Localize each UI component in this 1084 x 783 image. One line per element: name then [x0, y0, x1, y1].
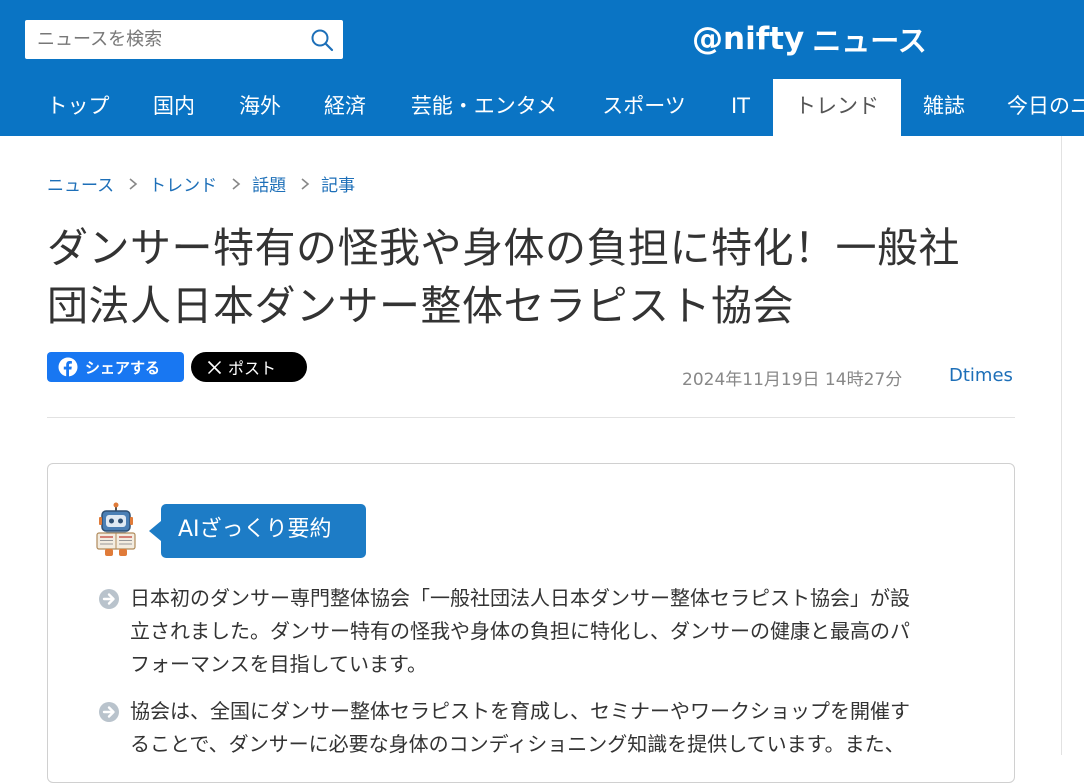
nav-item-top[interactable]: トップ — [26, 79, 130, 136]
article-date: 2024年11月19日 14時27分 — [682, 370, 903, 390]
robot-reading-icon — [96, 502, 136, 556]
search-icon[interactable] — [309, 27, 335, 53]
chevron-right-icon — [301, 177, 310, 190]
site-logo[interactable]: @nifty ニュース — [692, 18, 927, 60]
summary-bullet: 協会は、全国にダンサー整体セラピストを育成し、セミナーやワークショップを開催す … — [98, 695, 978, 761]
logo-news: ニュース — [812, 24, 927, 58]
summary-bullet-text: 協会は、全国にダンサー整体セラピストを育成し、セミナーやワークショップを開催す … — [130, 695, 910, 761]
article-title: ダンサー特有の怪我や身体の負担に特化！一般社 団法人日本ダンサー整体セラピスト協… — [47, 219, 1022, 335]
summary-bullet: 日本初のダンサー専門整体協会「一般社団法人日本ダンサー整体セラピスト協会」が設 … — [98, 582, 978, 681]
breadcrumb-article[interactable]: 記事 — [321, 171, 355, 196]
site-header: @nifty ニュース トップ 国内 海外 経済 芸能・エンタメ スポーツ IT… — [0, 0, 1084, 136]
nav-item-entertainment[interactable]: 芸能・エンタメ — [388, 79, 580, 136]
summary-bullet-line: 協会は、全国にダンサー整体セラピストを育成し、セミナーやワークショップを開催す — [130, 699, 910, 723]
summary-bullet-text: 日本初のダンサー専門整体協会「一般社団法人日本ダンサー整体セラピスト協会」が設 … — [130, 582, 910, 681]
chevron-right-icon — [232, 177, 241, 190]
breadcrumb-topic[interactable]: 話題 — [252, 171, 286, 196]
facebook-icon — [58, 357, 78, 377]
summary-bullet-line: 日本初のダンサー専門整体協会「一般社団法人日本ダンサー整体セラピスト協会」が設 — [130, 586, 910, 610]
nav-item-economy[interactable]: 経済 — [302, 79, 388, 136]
summary-bullet-line: 立されました。ダンサー特有の怪我や身体の負担に特化し、ダンサーの健康と最高のパ — [130, 619, 910, 643]
nav-item-today[interactable]: 今日のニ — [987, 79, 1084, 136]
search-input[interactable] — [25, 21, 295, 58]
header-divider — [47, 417, 1015, 418]
facebook-share-label: シェアする — [85, 358, 161, 377]
nav-item-trend[interactable]: トレンド — [773, 79, 901, 136]
breadcrumb-trend[interactable]: トレンド — [149, 171, 217, 196]
breadcrumb: ニュース トレンド 話題 記事 — [47, 171, 355, 196]
arrow-circle-right-icon — [99, 589, 119, 609]
ai-summary-badge: AIざっくり要約 — [149, 504, 366, 558]
summary-bullet-line: ることで、ダンサーに必要な身体のコンディショニング知識を提供しています。また、 — [130, 732, 905, 756]
nav-item-world[interactable]: 海外 — [218, 79, 302, 136]
nav-item-it[interactable]: IT — [708, 79, 773, 136]
sidebar-divider — [1061, 136, 1062, 755]
nav-item-domestic[interactable]: 国内 — [130, 79, 218, 136]
x-post-button[interactable]: ポスト — [191, 352, 307, 382]
breadcrumb-news[interactable]: ニュース — [47, 171, 114, 196]
summary-bullet-line: フォーマンスを目指しています。 — [130, 652, 427, 676]
article-title-line2: 団法人日本ダンサー整体セラピスト協会 — [47, 282, 794, 330]
chevron-right-icon — [129, 177, 138, 190]
x-logo-icon — [207, 360, 222, 374]
arrow-circle-right-icon — [99, 702, 119, 722]
facebook-share-button[interactable]: シェアする — [47, 352, 184, 382]
search-box — [25, 20, 343, 59]
article-source[interactable]: Dtimes — [949, 365, 1013, 386]
nav-item-magazine[interactable]: 雑誌 — [901, 79, 987, 136]
x-post-label: ポスト — [228, 359, 277, 378]
article-title-line1: ダンサー特有の怪我や身体の負担に特化！一般社 — [47, 224, 960, 272]
nav-item-sports[interactable]: スポーツ — [580, 79, 708, 136]
global-nav: トップ 国内 海外 経済 芸能・エンタメ スポーツ IT トレンド 雑誌 今日の… — [0, 79, 1084, 136]
logo-nifty: @nifty — [692, 21, 805, 57]
